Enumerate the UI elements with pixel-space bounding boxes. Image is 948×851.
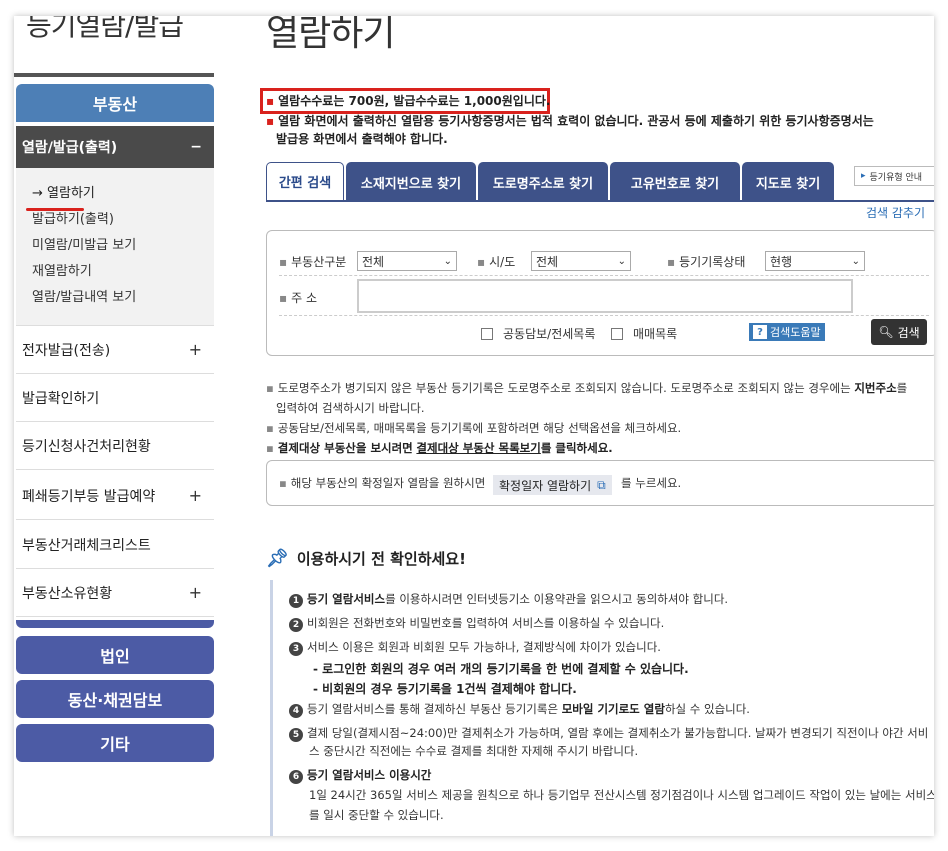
fixed-date-view-button[interactable]: 확정일자 열람하기 ⧉ bbox=[493, 475, 612, 495]
notice-item: 1 등기 열람서비스를 이용하시려면 인터넷등기소 이용약관을 읽으시고 동의하셔… bbox=[289, 590, 728, 608]
chevron-down-icon: ⌄ bbox=[617, 255, 626, 267]
divider bbox=[279, 275, 929, 276]
chevron-down-icon: ⌄ bbox=[443, 255, 452, 267]
warning-notice: ▪ 열람 화면에서 출력하신 열람용 등기사항증명서는 법적 효력이 없습니다. … bbox=[266, 114, 874, 128]
info-options: ▪ 공동담보/전세목록, 매매목록을 등기기록에 포함하려면 해당 선택옵션을 체… bbox=[266, 421, 682, 435]
sidebar-item-label: 부동산거래체크리스트 bbox=[22, 537, 151, 554]
tab-simple-search[interactable]: 간편 검색 bbox=[266, 162, 344, 202]
sidebar-title: 등기열람/발급 bbox=[26, 16, 184, 42]
sidebar-item-closed-reservation[interactable]: 폐쇄등기부등 발급예약 + bbox=[16, 472, 214, 520]
tab-lot-number[interactable]: 소재지번으로 찾기 bbox=[346, 162, 476, 202]
submenu-item-view[interactable]: → 열람하기 bbox=[32, 182, 95, 201]
sidebar-item-checklist[interactable]: 부동산거래체크리스트 bbox=[16, 521, 214, 569]
external-link-icon: ⧉ bbox=[597, 477, 606, 492]
city-select[interactable]: 전체 ⌄ bbox=[531, 251, 631, 271]
notice-item: 6 등기 열람서비스 이용시간 bbox=[289, 766, 431, 784]
registry-status-label: ▪ 등기기록상태 bbox=[667, 255, 746, 269]
search-tabs: 간편 검색 소재지번으로 찾기 도로명주소로 찾기 고유번호로 찾기 지도로 찾… bbox=[266, 162, 836, 202]
sidebar-divider bbox=[14, 73, 214, 77]
sidebar-item-case-status[interactable]: 등기신청사건처리현황 bbox=[16, 422, 214, 470]
sidebar: 등기열람/발급 부동산 열람/발급(출력) − → 열람하기 발급하기(출력) … bbox=[14, 16, 216, 836]
question-icon: ? bbox=[753, 325, 767, 339]
page-frame: 등기열람/발급 부동산 열람/발급(출력) − → 열람하기 발급하기(출력) … bbox=[14, 16, 934, 836]
sidebar-item-label: 전자발급(전송) bbox=[22, 342, 111, 359]
sidebar-item-label: 발급확인하기 bbox=[22, 390, 100, 407]
fixed-date-suffix: 를 누르세요. bbox=[621, 476, 682, 490]
expand-icon[interactable]: + bbox=[189, 583, 202, 602]
payment-list-link[interactable]: 결제대상 부동산 목록보기 bbox=[416, 441, 540, 455]
tab-road-address[interactable]: 도로명주소로 찾기 bbox=[478, 162, 608, 202]
sidebar-item-label: 등기신청사건처리현황 bbox=[22, 438, 151, 455]
address-input[interactable] bbox=[357, 279, 853, 313]
notice-item-cont: 를 일시 중단할 수 있습니다. bbox=[309, 808, 444, 822]
notice-item: 2 비회원은 전화번호와 비밀번호를 입력하여 서비스를 이용하실 수 있습니다. bbox=[289, 614, 664, 632]
expand-icon[interactable]: + bbox=[189, 340, 202, 359]
city-label: ▪ 시/도 bbox=[477, 255, 516, 269]
registry-type-guide-button[interactable]: ▸ 등기유형 안내 bbox=[854, 166, 934, 186]
notice-list: 1 등기 열람서비스를 이용하시려면 인터넷등기소 이용약관을 읽으시고 동의하셔… bbox=[270, 580, 934, 836]
tab-map[interactable]: 지도로 찾기 bbox=[742, 162, 834, 202]
warning-notice-cont: 발급용 화면에서 출력해야 합니다. bbox=[276, 132, 448, 146]
sidebar-item-verify[interactable]: 발급확인하기 bbox=[16, 374, 214, 422]
property-type-label: ▪ 부동산구분 bbox=[279, 255, 347, 269]
info-payment-target: ▪ 결제대상 부동산을 보시려면 결제대상 부동산 목록보기를 클릭하세요. bbox=[266, 441, 613, 455]
notice-item-cont: 스 중단시간 직전에는 수수료 결제를 최대한 자제해 주시기 바랍니다. bbox=[309, 744, 639, 758]
hide-search-link[interactable]: 검색 감추기 bbox=[866, 204, 925, 221]
search-icon: 🔍︎ bbox=[878, 325, 894, 339]
category-real-estate-button[interactable]: 부동산 bbox=[16, 84, 214, 122]
search-help-button[interactable]: ? 검색도움말 bbox=[749, 323, 825, 341]
address-label: ▪ 주 소 bbox=[279, 291, 318, 305]
tab-unique-number[interactable]: 고유번호로 찾기 bbox=[610, 162, 740, 202]
checkbox-icon[interactable] bbox=[611, 327, 623, 340]
active-underline bbox=[26, 208, 84, 211]
registry-status-select[interactable]: 현행 ⌄ bbox=[765, 251, 865, 271]
sidebar-item-label: 부동산소유현황 bbox=[22, 585, 113, 602]
sidebar-item-ownership[interactable]: 부동산소유현황 + bbox=[16, 569, 214, 617]
page-title: 열람하기 bbox=[266, 16, 395, 54]
checkbox-icon[interactable] bbox=[481, 327, 493, 340]
tab-underline bbox=[266, 200, 934, 202]
notice-item: 4 등기 열람서비스를 통해 결제하신 부동산 등기기록은 모바일 기기로도 열람… bbox=[289, 700, 750, 718]
notice-subitem: - 로그인한 회원의 경우 여러 개의 등기기록을 한 번에 결제할 수 있습니… bbox=[313, 662, 689, 676]
sidebar-bottom-bar bbox=[16, 620, 214, 628]
info-road-address: ▪ 도로명주소가 병기되지 않은 부동산 등기기록은 도로명주소로 조회되지 않습… bbox=[266, 381, 908, 395]
expand-icon[interactable]: + bbox=[189, 486, 202, 505]
notice-item-cont: 1일 24시간 365일 서비스 제공을 원칙으로 하나 등기업무 전산시스템 … bbox=[309, 788, 934, 802]
divider bbox=[279, 315, 929, 316]
category-other-button[interactable]: 기타 bbox=[16, 724, 214, 762]
arrow-right-icon: ▸ bbox=[861, 171, 866, 181]
chevron-down-icon: ⌄ bbox=[851, 255, 860, 267]
accordion-label: 열람/발급(출력) bbox=[22, 140, 118, 156]
joint-collateral-checkbox[interactable]: 공동담보/전세목록 bbox=[481, 325, 595, 342]
notice-item: 5 결제 당일(결제시점~24:00)만 결제취소가 가능하며, 열람 후에는 결… bbox=[289, 724, 934, 742]
property-type-select[interactable]: 전체 ⌄ bbox=[357, 251, 457, 271]
search-form: ▪ 부동산구분 전체 ⌄ ▪ 시/도 전체 ⌄ ▪ 등기기록상태 현행 ⌄ ▪ 주 소 공동담… bbox=[266, 230, 934, 356]
fixed-date-prefix: ▪ 해당 부동산의 확정일자 열람을 원하시면 bbox=[279, 476, 486, 490]
submenu-item-unviewed[interactable]: 미열람/미발급 보기 bbox=[32, 234, 136, 253]
info-road-address-cont: 입력하여 검색하시기 바랍니다. bbox=[276, 401, 425, 415]
notice-item: 3 서비스 이용은 회원과 비회원 모두 가능하나, 결제방식에 차이가 있습니다… bbox=[289, 638, 661, 656]
pin-icon: 📌︎ bbox=[266, 548, 289, 569]
category-corporation-button[interactable]: 법인 bbox=[16, 636, 214, 674]
notice-title: 📌︎ 이용하시기 전 확인하세요! bbox=[266, 548, 466, 569]
notice-subitem: - 비회원의 경우 등기기록을 1건씩 결제해야 합니다. bbox=[313, 682, 577, 696]
accordion-view-issue[interactable]: 열람/발급(출력) − bbox=[16, 126, 214, 168]
submenu-item-history[interactable]: 열람/발급내역 보기 bbox=[32, 286, 136, 305]
category-movable-button[interactable]: 동산·채권담보 bbox=[16, 680, 214, 718]
collapse-icon[interactable]: − bbox=[190, 139, 202, 155]
sidebar-item-label: 폐쇄등기부등 발급예약 bbox=[22, 488, 156, 505]
sales-list-checkbox[interactable]: 매매목록 bbox=[611, 325, 677, 342]
fixed-date-box: ▪ 해당 부동산의 확정일자 열람을 원하시면 확정일자 열람하기 ⧉ 를 누르세요… bbox=[266, 460, 934, 506]
sidebar-item-e-issue[interactable]: 전자발급(전송) + bbox=[16, 326, 214, 374]
submenu: → 열람하기 발급하기(출력) 미열람/미발급 보기 재열람하기 열람/발급내역… bbox=[16, 168, 214, 326]
fee-notice: ▪ 열람수수료는 700원, 발급수수료는 1,000원입니다. bbox=[266, 94, 551, 108]
main-content: 열람하기 ▪ 열람수수료는 700원, 발급수수료는 1,000원입니다. ▪ 열람… bbox=[260, 16, 934, 836]
search-button[interactable]: 🔍︎ 검색 bbox=[871, 319, 927, 345]
submenu-item-review[interactable]: 재열람하기 bbox=[32, 260, 92, 279]
